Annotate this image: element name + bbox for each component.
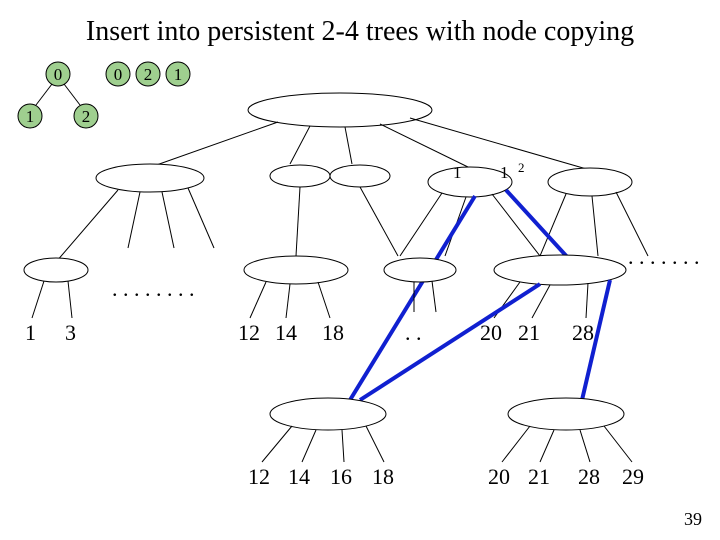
leaf-dots: . . [405,320,422,345]
ellipsis-left: . . . . . . . . [112,276,195,301]
circle-1: 1 [174,65,183,84]
circle-2r: 2 [82,107,91,126]
bottom-left-edges [262,426,384,462]
leaf-1: 1 [25,320,36,345]
diagram-canvas: 0 0 2 1 1 2 1 1 2 [0,0,720,540]
circle-1l: 1 [26,107,35,126]
b-16: 16 [330,464,352,489]
mid-one: 1 [453,163,462,182]
ellipsis-right: . . . . . . . [628,244,700,269]
b-21: 21 [528,464,550,489]
circle-0a: 0 [54,65,63,84]
l3-420-edges [414,281,436,312]
bottom-right-edges [502,426,632,462]
leaf-28: 28 [572,320,594,345]
l3-296-edges [250,282,330,318]
leaf-21: 21 [518,320,540,345]
b-29: 29 [622,464,644,489]
mid-two-r: 2 [518,160,525,175]
root-node [248,93,432,127]
leaf-14: 14 [275,320,297,345]
leaf-12: 12 [238,320,260,345]
leaf-row-bottom: 12 14 16 18 20 21 28 29 [248,464,644,489]
b-20: 20 [488,464,510,489]
l2-left-edges [56,188,214,262]
l3-560-edges [494,282,588,318]
b-12: 12 [248,464,270,489]
circle-0b: 0 [114,65,123,84]
bottom-nodes [270,398,624,430]
leaf-3: 3 [65,320,76,345]
l3-56-edges [32,281,72,318]
leaf-20: 20 [480,320,502,345]
b-18: 18 [372,464,394,489]
b-28: 28 [578,464,600,489]
leaf-row-upper: 1 3 12 14 18 . . 20 21 28 [25,320,594,345]
l2-mid-edges [296,187,398,256]
circle-2: 2 [144,65,153,84]
level2-nodes [96,164,632,197]
mid-one-r: 1 [500,163,509,182]
b-14: 14 [288,464,310,489]
leaf-18: 18 [322,320,344,345]
blue-edges-upper [350,190,570,400]
